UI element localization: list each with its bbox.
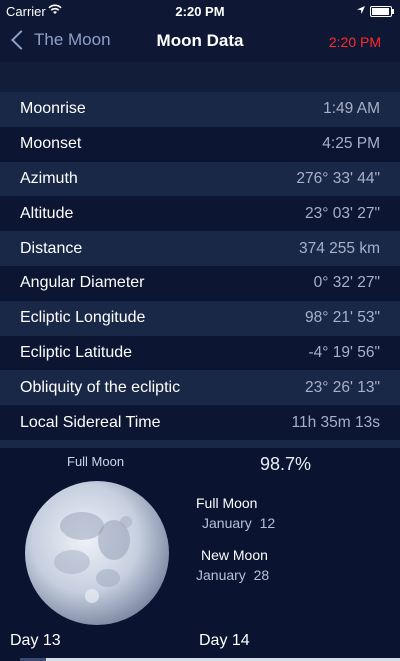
row-label: Distance [20, 239, 83, 257]
illumination-percent: 98.7% [260, 454, 312, 474]
table-row: Local Sidereal Time 11h 35m 13s [0, 405, 400, 440]
row-value: 374 255 km [299, 239, 380, 257]
row-value: 23° 03' 27" [305, 204, 380, 222]
battery-icon [370, 6, 394, 17]
table-row: Moonrise 1:49 AM [0, 92, 400, 127]
status-time: 2:20 PM [175, 4, 225, 19]
row-label: Azimuth [20, 169, 78, 187]
table-row: Distance 374 255 km [0, 231, 400, 266]
table-row: Angular Diameter 0° 32' 27" [0, 265, 400, 301]
next-phase-date: January 12 [202, 515, 276, 531]
row-value: 0° 32' 27" [313, 274, 380, 292]
table-row: Moonset 4:25 PM [0, 126, 400, 162]
table-row: Azimuth 276° 33' 44" [0, 161, 400, 197]
location-arrow-icon [356, 4, 366, 18]
row-value: 4:25 PM [322, 135, 380, 153]
next-phase-date: January 28 [196, 567, 270, 583]
table-bottom-strip [0, 440, 400, 448]
status-bar: Carrier 2:20 PM [0, 0, 400, 22]
row-value: 1:49 AM [323, 100, 380, 118]
table-row: Altitude 23° 03' 27" [0, 196, 400, 232]
row-label: Moonset [20, 135, 82, 153]
row-value: 276° 33' 44" [296, 169, 380, 187]
current-phase-name: Full Moon [67, 454, 125, 469]
row-label: Ecliptic Longitude [20, 309, 146, 327]
row-label: Obliquity of the ecliptic [20, 378, 181, 396]
moon-data-table: Moonrise 1:49 AM Moonset 4:25 PM Azimuth… [0, 92, 400, 440]
table-row: Ecliptic Latitude -4° 19' 56" [0, 335, 400, 371]
row-label: Local Sidereal Time [20, 413, 161, 431]
row-value: 23° 26' 13" [305, 378, 380, 396]
section-spacer [0, 62, 400, 92]
day-label-left: Day 13 [10, 632, 61, 649]
navigation-bar: The Moon Moon Data 2:20 PM [0, 22, 400, 62]
row-value: 98° 21' 53" [305, 309, 380, 327]
row-label: Moonrise [20, 100, 86, 118]
row-label: Angular Diameter [20, 274, 145, 292]
day-label-right: Day 14 [199, 632, 250, 649]
current-time-label: 2:20 PM [328, 34, 381, 50]
table-row: Obliquity of the ecliptic 23° 26' 13" [0, 370, 400, 406]
full-moon-icon [25, 481, 169, 625]
row-value: 11h 35m 13s [291, 413, 380, 431]
table-row: Ecliptic Longitude 98° 21' 53" [0, 300, 400, 336]
next-phase-name: New Moon [201, 547, 268, 563]
row-value: -4° 19' 56" [308, 343, 380, 361]
row-label: Ecliptic Latitude [20, 343, 133, 361]
row-label: Altitude [20, 204, 74, 222]
next-phase-name: Full Moon [196, 495, 258, 511]
moon-phase-panel: Full Moon 98.7% Full Moon January 12 New… [0, 448, 400, 661]
